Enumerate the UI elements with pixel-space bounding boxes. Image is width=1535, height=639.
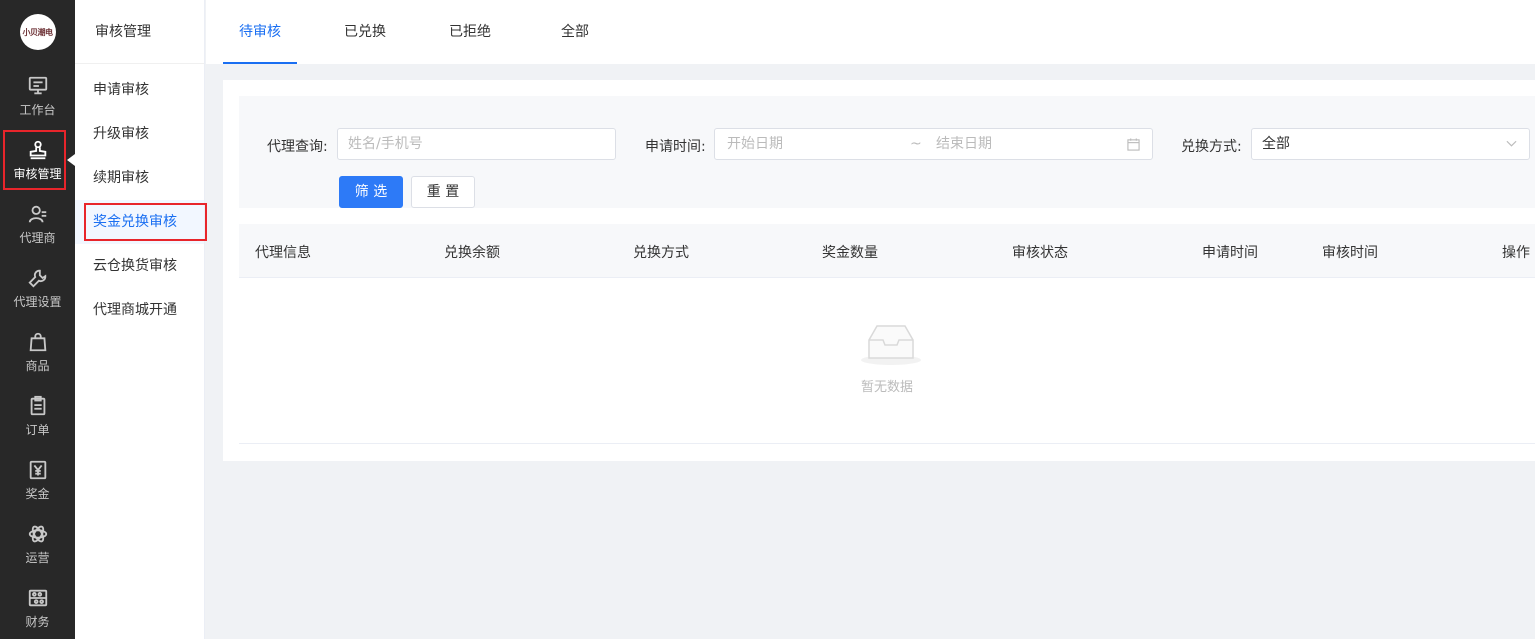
rail-item-label: 商品 bbox=[25, 358, 50, 373]
tab-all[interactable]: 全部 bbox=[538, 0, 612, 64]
yen-icon bbox=[29, 460, 46, 479]
rail-item-orders[interactable]: 订单 bbox=[0, 384, 75, 448]
rail-item-products[interactable]: 商品 bbox=[0, 320, 75, 384]
column-header: 申请时间 bbox=[1202, 245, 1258, 261]
subnav-item-label: 续期审核 bbox=[93, 170, 149, 186]
range-separator: ~ bbox=[910, 136, 922, 152]
column-header: 审核状态 bbox=[1012, 245, 1068, 261]
exchange-method-label: 兑换方式: bbox=[1181, 139, 1242, 155]
highlight-box bbox=[3, 130, 66, 190]
highlight-box bbox=[84, 203, 207, 241]
rail-item-agent-settings[interactable]: 代理设置 bbox=[0, 256, 75, 320]
subnav-item-bonus-exchange-review[interactable]: 奖金兑换审核 bbox=[75, 200, 207, 244]
column-header: 审核时间 bbox=[1322, 245, 1378, 261]
abacus-icon bbox=[28, 589, 47, 606]
rail-item-label: 财务 bbox=[25, 614, 50, 629]
subnav-item-upgrade-review[interactable]: 升级审核 bbox=[75, 112, 204, 156]
rail-item-operations[interactable]: 运营 bbox=[0, 512, 75, 576]
subnav-item-apply-review[interactable]: 申请审核 bbox=[75, 68, 204, 112]
exchange-method-select[interactable]: 全部 bbox=[1251, 128, 1530, 160]
rail-item-workbench[interactable]: 工作台 bbox=[0, 64, 75, 128]
content-card: 代理查询: 姓名/手机号 申请时间: 开始日期 ~ 结束日期 兑换方式: 全部 … bbox=[223, 80, 1535, 461]
subnav-item-label: 代理商城开通 bbox=[93, 302, 177, 318]
tab-pending[interactable]: 待审核 bbox=[223, 0, 297, 64]
sub-sidebar-title: 审核管理 bbox=[75, 0, 204, 64]
atom-icon bbox=[28, 525, 47, 542]
rail-item-label: 运营 bbox=[25, 550, 50, 565]
subnav-item-cloud-exchange-review[interactable]: 云仓换货审核 bbox=[75, 244, 204, 288]
column-header: 兑换方式 bbox=[633, 245, 689, 261]
empty-text: 暂无数据 bbox=[860, 380, 913, 395]
rail-item-finance[interactable]: 财务 bbox=[0, 576, 75, 639]
exchange-method-value: 全部 bbox=[1262, 136, 1290, 152]
column-header: 兑换余额 bbox=[444, 245, 500, 261]
subnav-item-label: 云仓换货审核 bbox=[93, 258, 177, 274]
tab-rejected[interactable]: 已拒绝 bbox=[433, 0, 507, 64]
status-tabs: 待审核 已兑换 已拒绝 全部 bbox=[206, 0, 1535, 64]
empty-state: 暂无数据 bbox=[239, 278, 1535, 444]
subnav-item-label: 升级审核 bbox=[93, 126, 149, 142]
chevron-down-icon bbox=[1506, 140, 1517, 147]
user-icon bbox=[28, 205, 46, 223]
rail-item-label: 代理商 bbox=[19, 230, 56, 245]
rail-item-label: 奖金 bbox=[25, 486, 50, 501]
main-rail: 小贝潮电 工作台 审核管理 代理商 代理设置 商品 订单 奖金 运营 财务 bbox=[0, 0, 75, 639]
filter-button[interactable]: 筛 选 bbox=[339, 176, 403, 208]
clipboard-icon bbox=[30, 395, 45, 415]
date-range-picker[interactable]: 开始日期 ~ 结束日期 bbox=[714, 128, 1153, 160]
subnav-item-label: 申请审核 bbox=[93, 82, 149, 98]
tab-exchanged[interactable]: 已兑换 bbox=[328, 0, 402, 64]
apply-time-label: 申请时间: bbox=[645, 139, 706, 155]
logo-text: 小贝潮电 bbox=[22, 27, 54, 37]
rail-item-agents[interactable]: 代理商 bbox=[0, 192, 75, 256]
table-header: 代理信息 兑换余额 兑换方式 奖金数量 审核状态 申请时间 审核时间 操作 bbox=[239, 224, 1535, 278]
bag-icon bbox=[29, 332, 46, 351]
monitor-icon bbox=[28, 76, 47, 94]
reset-button[interactable]: 重 置 bbox=[411, 176, 475, 208]
rail-item-label: 代理设置 bbox=[13, 294, 62, 309]
sub-sidebar: 审核管理 申请审核 升级审核 续期审核 奖金兑换审核 云仓换货审核 代理商城开通 bbox=[75, 0, 207, 639]
logo[interactable]: 小贝潮电 bbox=[0, 0, 75, 64]
column-header: 奖金数量 bbox=[822, 245, 878, 261]
agent-query-label: 代理查询: bbox=[267, 139, 328, 155]
column-header: 操作 bbox=[1502, 245, 1530, 261]
rail-item-label: 工作台 bbox=[19, 102, 56, 117]
rail-item-bonus[interactable]: 奖金 bbox=[0, 448, 75, 512]
calendar-icon bbox=[1127, 138, 1140, 151]
subnav-item-renewal-review[interactable]: 续期审核 bbox=[75, 156, 204, 200]
rail-item-review[interactable]: 审核管理 bbox=[0, 128, 75, 192]
subnav-item-agent-mall-open[interactable]: 代理商城开通 bbox=[75, 288, 204, 332]
end-date-input[interactable]: 结束日期 bbox=[936, 129, 992, 159]
logo-badge: 小贝潮电 bbox=[19, 14, 56, 50]
wrench-icon bbox=[27, 269, 46, 288]
column-header: 代理信息 bbox=[255, 245, 311, 261]
start-date-input[interactable]: 开始日期 bbox=[727, 129, 783, 159]
empty-box-icon bbox=[861, 325, 921, 365]
rail-item-label: 订单 bbox=[25, 422, 50, 437]
agent-query-input[interactable]: 姓名/手机号 bbox=[337, 128, 616, 160]
filter-panel: 代理查询: 姓名/手机号 申请时间: 开始日期 ~ 结束日期 兑换方式: 全部 … bbox=[239, 96, 1535, 208]
